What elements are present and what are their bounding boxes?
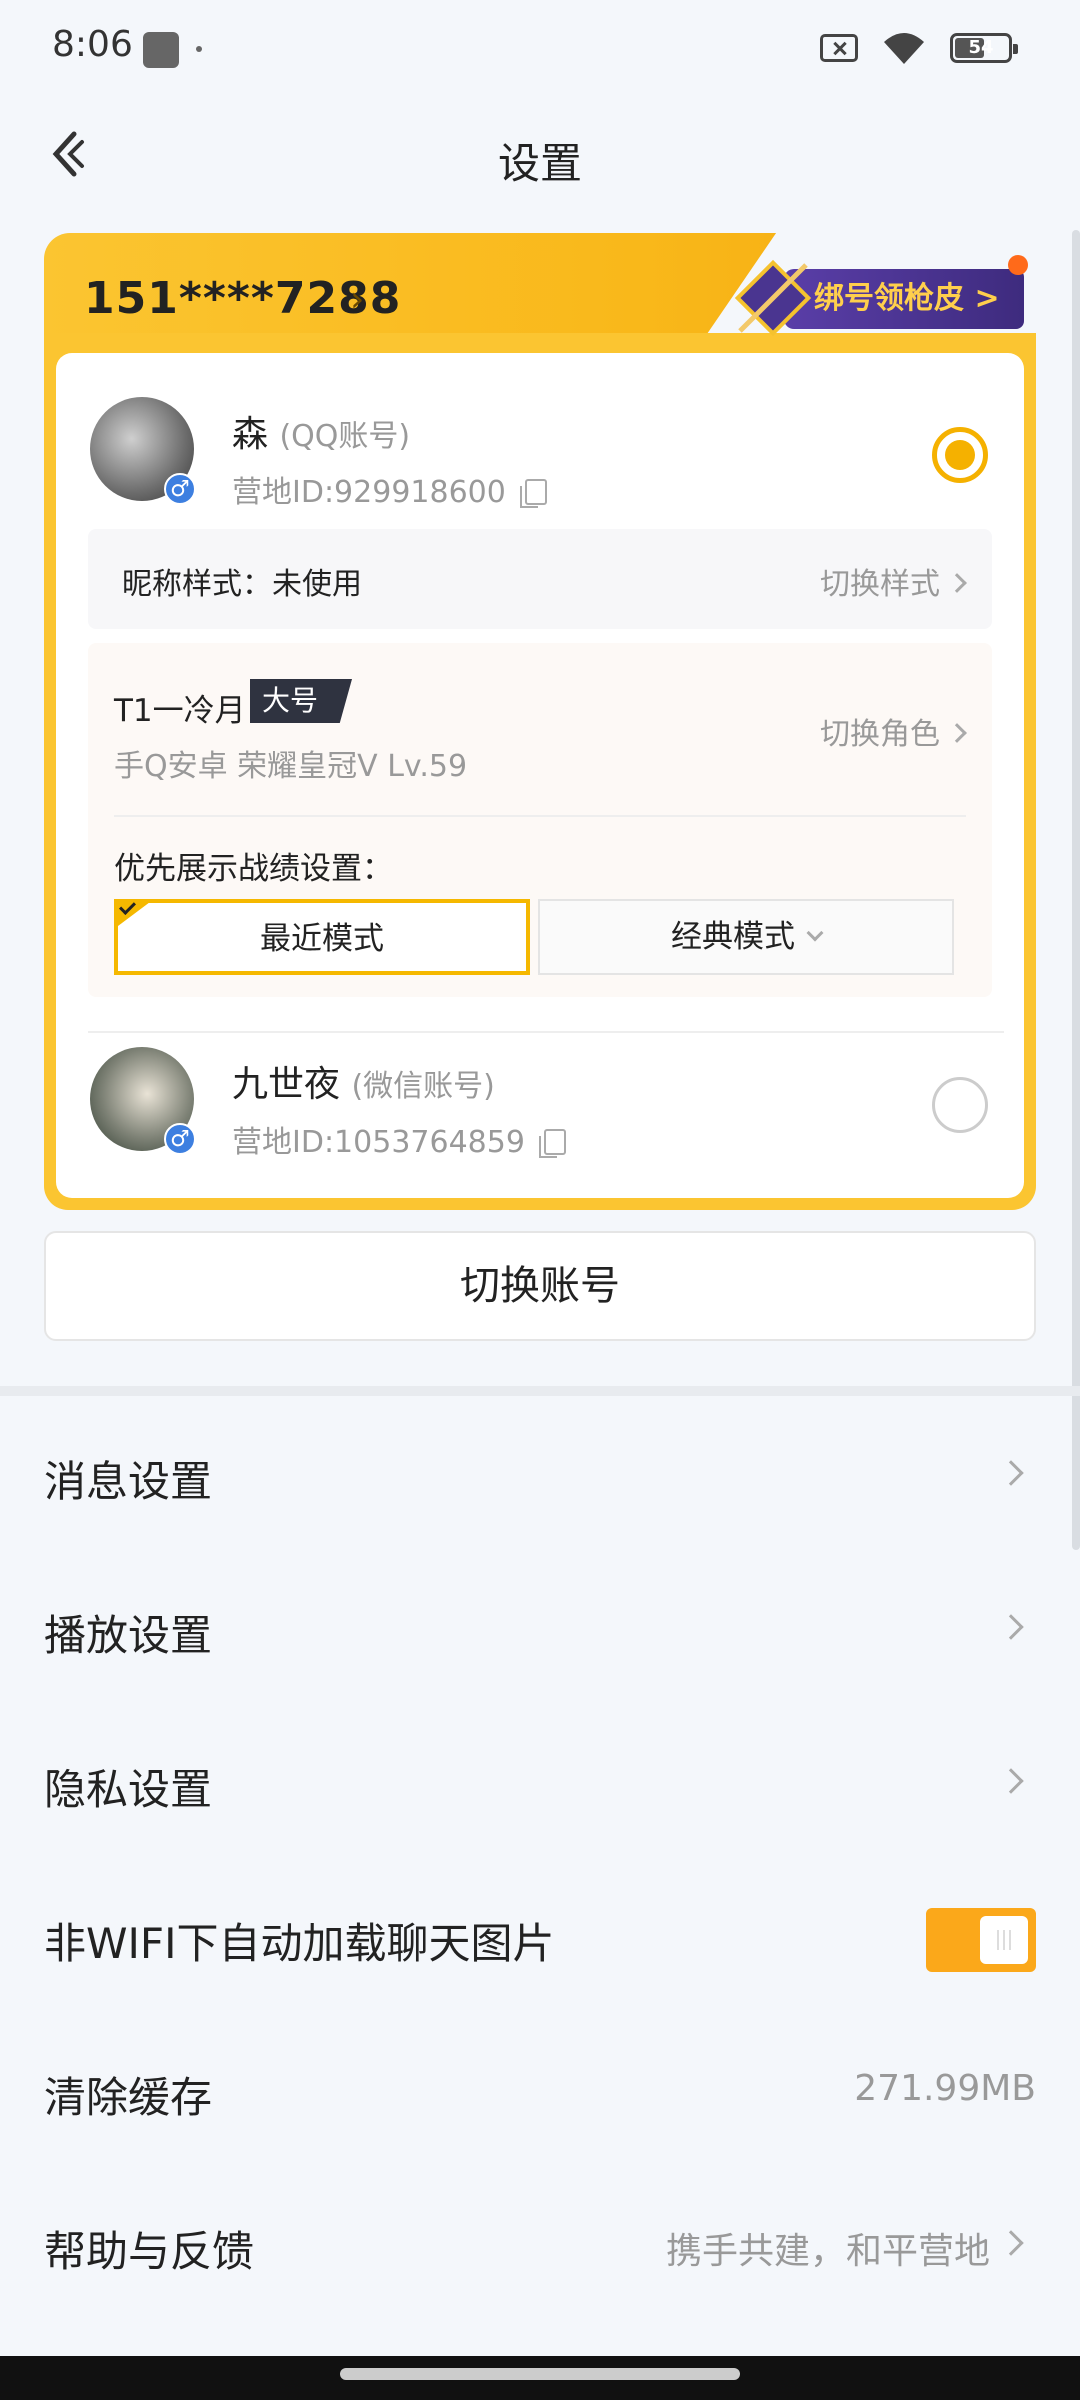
status-icons: 54 — [820, 30, 1018, 66]
menu-item-privacy-settings[interactable]: 隐私设置 — [0, 1706, 1080, 1860]
toggle-knob — [980, 1916, 1028, 1964]
main-account-badge: 大号 — [250, 679, 353, 723]
divider — [114, 815, 966, 817]
chevron-right-icon — [998, 2230, 1024, 2256]
status-bar: 8:06 54 — [0, 0, 1080, 96]
nickname-style-row[interactable]: 昵称样式：未使用 切换样式 — [88, 529, 992, 629]
chevron-right-icon — [947, 723, 967, 743]
scrollbar[interactable] — [1072, 230, 1080, 1550]
chevron-right-icon — [947, 573, 967, 593]
promo-badge-dot — [1008, 255, 1028, 275]
cache-size: 271.99MB — [854, 2068, 1036, 2109]
account-id: 营地ID:1053764859 — [232, 1117, 567, 1161]
account-type: (QQ账号) — [279, 419, 411, 454]
check-icon — [114, 899, 154, 929]
app-notification-icon — [143, 32, 179, 68]
menu-item-auto-load-images: 非WIFI下自动加载聊天图片 — [0, 1860, 1080, 2014]
recent-mode-button[interactable]: 最近模式 — [114, 899, 530, 975]
chevron-down-icon — [806, 924, 824, 942]
bind-promo-banner[interactable]: 绑号领枪皮 > — [724, 253, 1028, 341]
menu-label: 清除缓存 — [44, 2073, 213, 2122]
account-name: 九世夜 (微信账号) — [232, 1064, 495, 1105]
role-box: T1一冷月 大号 手Q安卓 荣耀皇冠V Lv.59 切换角色 优先展示战绩设置：… — [88, 643, 992, 997]
male-gender-icon: ♂ — [164, 1123, 196, 1155]
menu-label: 消息设置 — [44, 1457, 213, 1506]
classic-mode-button[interactable]: 经典模式 — [538, 899, 954, 975]
nickname-style-label: 昵称样式：未使用 — [122, 567, 362, 602]
account-radio-selected[interactable] — [932, 427, 988, 483]
male-gender-icon: ♂ — [164, 473, 196, 505]
menu-label: 隐私设置 — [44, 1765, 213, 1814]
menu-item-clear-cache[interactable]: 清除缓存 271.99MB — [0, 2014, 1080, 2168]
account-card: 151****7288 › 绑号领枪皮 > ♂ 森 (QQ账号) 营地ID:92… — [44, 233, 1036, 1210]
home-indicator[interactable] — [340, 2368, 740, 2380]
status-time: 8:06 — [52, 24, 133, 65]
chevron-right-icon — [998, 1460, 1024, 1486]
settings-page: 8:06 54 设置 151****7288 › 绑号领枪皮 > ♂ 森 (QQ… — [0, 0, 1080, 2400]
battery-icon: 54 — [950, 33, 1018, 63]
menu-label: 非WIFI下自动加载聊天图片 — [44, 1919, 555, 1968]
battery-level: 54 — [968, 37, 994, 58]
wifi-icon — [884, 33, 924, 64]
role-detail: 手Q安卓 荣耀皇冠V Lv.59 — [114, 749, 468, 784]
account-radio-unselected[interactable] — [932, 1077, 988, 1133]
switch-style-link[interactable]: 切换样式 — [820, 559, 967, 603]
menu-item-message-settings[interactable]: 消息设置 — [0, 1398, 1080, 1552]
menu-item-playback-settings[interactable]: 播放设置 — [0, 1552, 1080, 1706]
chevron-right-icon[interactable]: › — [350, 279, 364, 320]
auto-load-toggle[interactable] — [926, 1908, 1036, 1972]
account-id: 营地ID:929918600 — [232, 467, 548, 511]
switch-account-button[interactable]: 切换账号 — [44, 1231, 1036, 1341]
header: 设置 — [0, 110, 1080, 200]
divider — [88, 1031, 1004, 1033]
section-separator — [0, 1386, 1080, 1396]
copy-icon[interactable] — [520, 479, 548, 508]
gun-skin-icon — [734, 259, 812, 337]
chevron-right-icon — [998, 1768, 1024, 1794]
notification-dot-icon — [196, 46, 202, 52]
promo-label[interactable]: 绑号领枪皮 > — [784, 269, 1024, 329]
copy-icon[interactable] — [539, 1129, 567, 1158]
account-list: ♂ 森 (QQ账号) 营地ID:929918600 昵称样式：未使用 切换样式 … — [56, 353, 1024, 1198]
menu-label: 帮助与反馈 — [44, 2227, 255, 2276]
page-title: 设置 — [497, 139, 582, 188]
menu-item-help-feedback[interactable]: 帮助与反馈 携手共建，和平营地 — [0, 2168, 1080, 2322]
account-name: 森 (QQ账号) — [232, 414, 411, 455]
account-type: (微信账号) — [351, 1069, 495, 1104]
menu-label: 播放设置 — [44, 1611, 213, 1660]
role-name: T1一冷月 — [114, 693, 246, 729]
record-preference-label: 优先展示战绩设置： — [114, 851, 393, 887]
no-sim-icon — [820, 34, 858, 62]
switch-role-link[interactable]: 切换角色 — [820, 709, 967, 753]
chevron-right-icon — [998, 1614, 1024, 1640]
help-slogan: 携手共建，和平营地 — [665, 2231, 990, 2272]
